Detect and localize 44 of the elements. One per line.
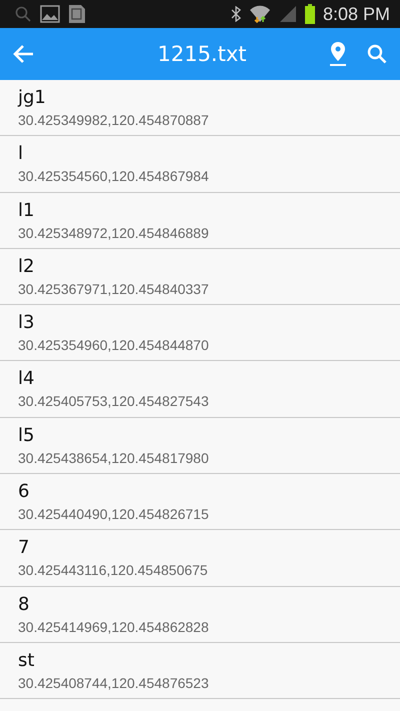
point-name: l1 xyxy=(18,198,34,223)
point-coordinates: 30.425354960,120.454844870 xyxy=(18,336,209,356)
point-name: l4 xyxy=(18,367,34,392)
point-name: l xyxy=(18,142,24,166)
list-item[interactable]: l3 30.425354960,120.454844870 xyxy=(0,305,400,362)
sd-card-icon xyxy=(68,4,86,24)
list-item[interactable]: l2 30.425367971,120.454840337 xyxy=(0,248,400,306)
status-time: 8:08 PM xyxy=(322,4,390,24)
point-name: 6 xyxy=(18,480,30,504)
image-icon xyxy=(40,5,60,23)
battery-icon xyxy=(304,4,315,24)
point-coordinates: 30.425443116,120.454850675 xyxy=(18,561,208,580)
app-title: 1215.txt xyxy=(156,42,248,66)
point-name: jg1 xyxy=(18,86,46,110)
point-coordinates: 30.425408744,120.454876523 xyxy=(18,674,209,693)
list-item[interactable]: 8 30.425414969,120.454862828 xyxy=(0,586,400,643)
list-item[interactable]: l 30.425354560,120.454867984 xyxy=(0,136,400,193)
list-item[interactable]: 7 30.425443116,120.454850675 xyxy=(0,530,400,587)
point-coordinates: 30.425440490,120.454826715 xyxy=(18,505,209,524)
list-item[interactable]: jg1 30.425349982,120.454870887 xyxy=(0,80,400,136)
point-name: 8 xyxy=(18,592,30,617)
list-item[interactable]: l1 30.425348972,120.454846889 xyxy=(0,192,400,249)
point-coordinates: 30.425349982,120.454870887 xyxy=(18,111,209,130)
point-name: st xyxy=(18,648,34,673)
map-pin-icon[interactable] xyxy=(328,41,348,67)
point-coordinates: 30.425405753,120.454827543 xyxy=(18,392,209,412)
list-item[interactable]: st 30.425408744,120.454876523 xyxy=(0,642,400,700)
signal-icon xyxy=(278,5,297,23)
point-name: 7 xyxy=(18,536,30,560)
point-name: l2 xyxy=(18,254,34,279)
point-coordinates: 30.425354560,120.454867984 xyxy=(18,167,209,186)
search-icon xyxy=(14,5,32,23)
list-item[interactable]: 6 30.425440490,120.454826715 xyxy=(0,474,400,530)
point-coordinates: 30.425414969,120.454862828 xyxy=(18,618,209,637)
list-item[interactable]: l4 30.425405753,120.454827543 xyxy=(0,361,400,418)
point-coordinates: 30.425367971,120.454840337 xyxy=(18,280,209,299)
wifi-icon xyxy=(248,4,271,24)
point-coordinates: 30.425348972,120.454846889 xyxy=(18,224,209,243)
point-name: l3 xyxy=(18,311,34,336)
point-coordinates: 30.425438654,120.454817980 xyxy=(18,448,209,468)
search-icon[interactable] xyxy=(366,43,388,65)
point-name: l5 xyxy=(18,424,34,448)
list-item[interactable]: l5 30.425438654,120.454817980 xyxy=(0,418,400,474)
bluetooth-icon xyxy=(230,6,241,22)
